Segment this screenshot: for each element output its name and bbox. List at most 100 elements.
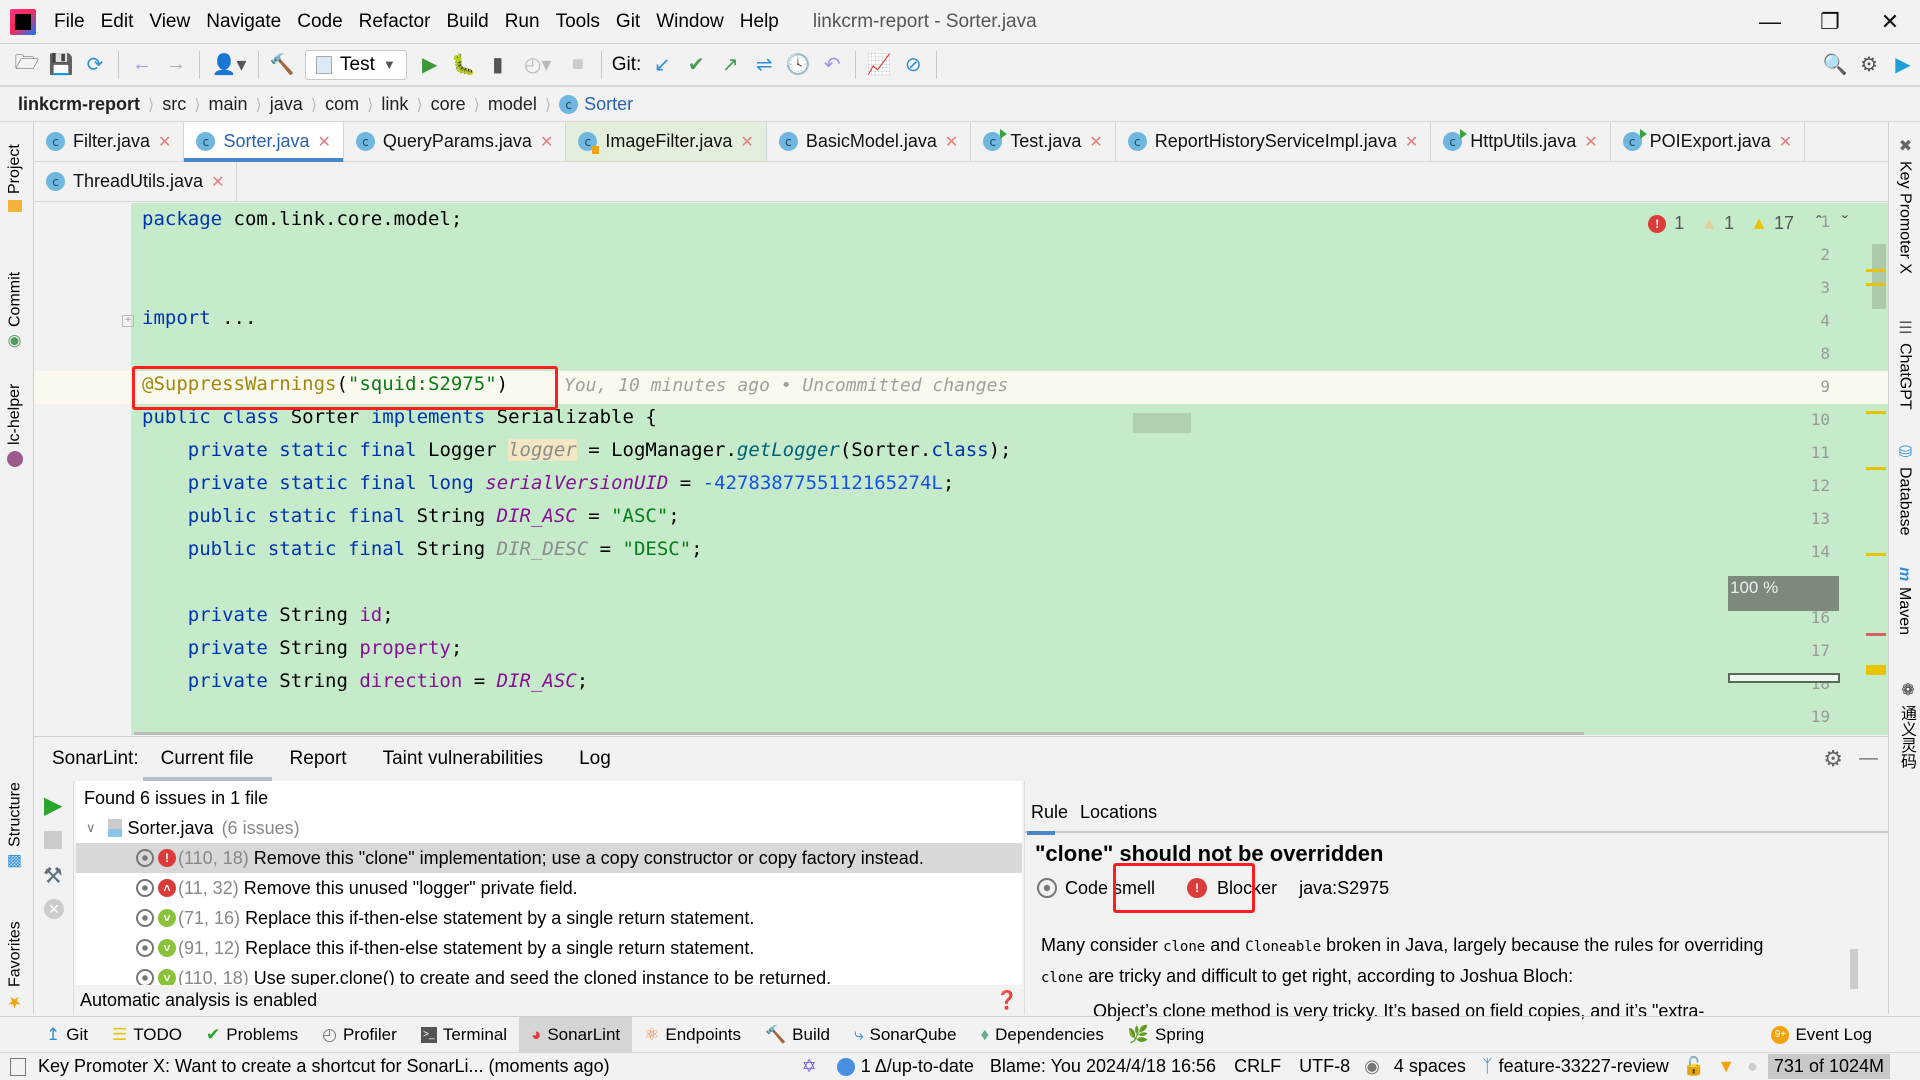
run-config-select[interactable]: Test ▼	[305, 49, 407, 80]
clear-icon[interactable]: ✕	[44, 899, 64, 919]
menu-edit[interactable]: Edit	[93, 11, 142, 33]
git-push-icon[interactable]: ↗	[713, 49, 747, 81]
help-settings-icon[interactable]: ❓	[996, 990, 1018, 1011]
menu-tools[interactable]: Tools	[548, 11, 608, 33]
git-history-icon[interactable]: 🕓	[781, 49, 815, 81]
tab-test-java[interactable]: c Test.java ✕	[971, 122, 1116, 161]
stop-icon[interactable]	[44, 831, 62, 849]
close-tab-icon[interactable]: ✕	[1779, 132, 1792, 152]
menu-git[interactable]: Git	[608, 11, 648, 33]
git-merge-icon[interactable]: ⇌	[747, 49, 781, 81]
build-hammer-icon[interactable]: 🔨	[265, 49, 299, 81]
coverage-icon[interactable]: ▮	[481, 49, 515, 81]
menu-file[interactable]: File	[46, 11, 93, 33]
save-icon[interactable]: 💾	[44, 49, 78, 81]
stop-icon[interactable]: ■	[561, 49, 595, 81]
open-folder-icon[interactable]: 🗁	[10, 49, 44, 81]
issue-row[interactable]: ! (110, 18) Remove this "clone" implemen…	[76, 843, 1022, 873]
warning-marker[interactable]	[1866, 467, 1886, 470]
warning-marker[interactable]	[1866, 411, 1886, 414]
close-tab-icon[interactable]: ✕	[1405, 132, 1418, 152]
menu-window[interactable]: Window	[648, 11, 732, 33]
issue-row[interactable]: ˄ (11, 32) Remove this unused "logger" p…	[76, 873, 1022, 903]
tab-httputils-java[interactable]: c HttpUtils.java ✕	[1431, 122, 1611, 161]
breadcrumb-src[interactable]: src	[162, 94, 186, 115]
breadcrumb-java[interactable]: java	[270, 94, 303, 115]
previous-highlight-icon[interactable]: ˆ	[1816, 213, 1822, 234]
tools-icon[interactable]: ⚒	[43, 863, 63, 889]
sync-icon[interactable]: ⟳	[78, 49, 112, 81]
toolwin-problems[interactable]: ✔ Problems	[194, 1017, 310, 1053]
tool-commit[interactable]: ◉ Commit	[6, 242, 25, 352]
search-icon[interactable]: 🔍	[1818, 49, 1852, 81]
git-branch[interactable]: feature-33227-review	[1499, 1056, 1669, 1077]
menu-build[interactable]: Build	[438, 11, 496, 33]
tab-report[interactable]: Report	[272, 737, 365, 781]
warning-marker[interactable]	[1866, 665, 1886, 675]
tab-imagefilter-java[interactable]: c ImageFilter.java ✕	[566, 122, 767, 161]
breadcrumb-link[interactable]: link	[381, 94, 408, 115]
gear-icon[interactable]: ⚙	[1817, 737, 1849, 781]
tab-filter-java[interactable]: c Filter.java ✕	[34, 122, 185, 161]
tab-basicmodel-java[interactable]: c BasicModel.java ✕	[767, 122, 972, 161]
tool-database[interactable]: ⛁ Database	[1895, 442, 1914, 536]
breadcrumb-com[interactable]: com	[325, 94, 359, 115]
tab-log[interactable]: Log	[561, 737, 629, 781]
close-button[interactable]: ✕	[1860, 0, 1920, 44]
toolwin-git[interactable]: ↥ Git	[34, 1017, 100, 1053]
menu-view[interactable]: View	[141, 11, 198, 33]
next-highlight-icon[interactable]: ˇ	[1842, 213, 1848, 234]
menu-help[interactable]: Help	[732, 11, 787, 33]
issue-row[interactable]: ˅ (91, 12) Replace this if-then-else sta…	[76, 933, 1022, 963]
toolwin-profiler[interactable]: ◴ Profiler	[310, 1017, 409, 1053]
warning-marker[interactable]	[1866, 283, 1886, 286]
code-editor[interactable]: 1 2 3 4 8 9 10 11 12 13 14 15 16 17 18 1…	[34, 203, 1888, 735]
file-encoding[interactable]: UTF-8	[1299, 1056, 1350, 1077]
rule-scrollbar[interactable]	[1850, 949, 1858, 989]
breadcrumb-sorter[interactable]: Sorter	[584, 94, 633, 115]
power-save-icon[interactable]: ⊘	[896, 49, 930, 81]
breadcrumb-main[interactable]: main	[209, 94, 248, 115]
debug-icon[interactable]: 🐛	[447, 49, 481, 81]
notifications-icon[interactable]: ●	[1747, 1056, 1758, 1077]
tab-current-file[interactable]: Current file	[142, 737, 272, 781]
menu-code[interactable]: Code	[289, 11, 350, 33]
tab-sorter-java[interactable]: c Sorter.java ✕	[184, 122, 344, 162]
scrollbar-thumb[interactable]	[1872, 244, 1886, 309]
plugin-logo-icon[interactable]: ▶	[1886, 49, 1920, 81]
close-tab-icon[interactable]: ✕	[158, 132, 171, 152]
update-icon[interactable]: ▼	[1717, 1056, 1735, 1077]
close-tab-icon[interactable]: ✕	[211, 172, 224, 192]
tab-poiexport-java[interactable]: c POIExport.java ✕	[1611, 122, 1806, 161]
fold-import-icon[interactable]: +	[122, 315, 134, 327]
restore-button[interactable]: ❐	[1800, 0, 1860, 44]
close-tab-icon[interactable]: ✕	[1584, 132, 1597, 152]
run-icon[interactable]: ▶	[413, 49, 447, 81]
tool-lc-helper[interactable]: lc-helper	[6, 362, 24, 467]
file-node[interactable]: ∨ Sorter.java (6 issues)	[76, 813, 1022, 843]
gear-icon[interactable]: ⚙	[1852, 49, 1886, 81]
tool-structure[interactable]: ▩ Structure	[6, 772, 25, 872]
forward-icon[interactable]: →	[159, 49, 193, 81]
close-tab-icon[interactable]: ✕	[540, 132, 553, 152]
ai-assistant-icon[interactable]: ✡	[802, 1056, 817, 1077]
git-rollback-icon[interactable]: ↶	[815, 49, 849, 81]
menu-refactor[interactable]: Refactor	[351, 11, 439, 33]
toolwin-dependencies[interactable]: ♦ Dependencies	[968, 1017, 1115, 1053]
toolwin-spring[interactable]: 🌿 Spring	[1116, 1017, 1216, 1053]
git-commit-icon[interactable]: ✔	[679, 49, 713, 81]
tool-favorites[interactable]: ★ Favorites	[6, 902, 25, 1012]
activity-monitor-icon[interactable]: 📈	[862, 49, 896, 81]
tab-taint-vulnerabilities[interactable]: Taint vulnerabilities	[365, 737, 562, 781]
git-update-icon[interactable]: ↙	[645, 49, 679, 81]
inspection-widget[interactable]: ! 1 ▲ 1 ▲ 17 ˆ ˇ	[1648, 213, 1848, 234]
toolwin-todo[interactable]: ☰ TODO	[100, 1017, 194, 1053]
menu-navigate[interactable]: Navigate	[198, 11, 289, 33]
blame-status[interactable]: Blame: You 2024/4/18 16:56	[990, 1056, 1216, 1077]
tab-reporthistoryserviceimpl-java[interactable]: c ReportHistoryServiceImpl.java ✕	[1116, 122, 1432, 161]
toolwin-endpoints[interactable]: ⚛ Endpoints	[632, 1017, 753, 1053]
tool-maven[interactable]: m Maven	[1895, 567, 1913, 635]
warning-marker[interactable]	[1866, 269, 1886, 272]
toolwin-event-log[interactable]: 9+ Event Log	[1759, 1017, 1884, 1053]
tab-locations[interactable]: Locations	[1074, 802, 1163, 823]
